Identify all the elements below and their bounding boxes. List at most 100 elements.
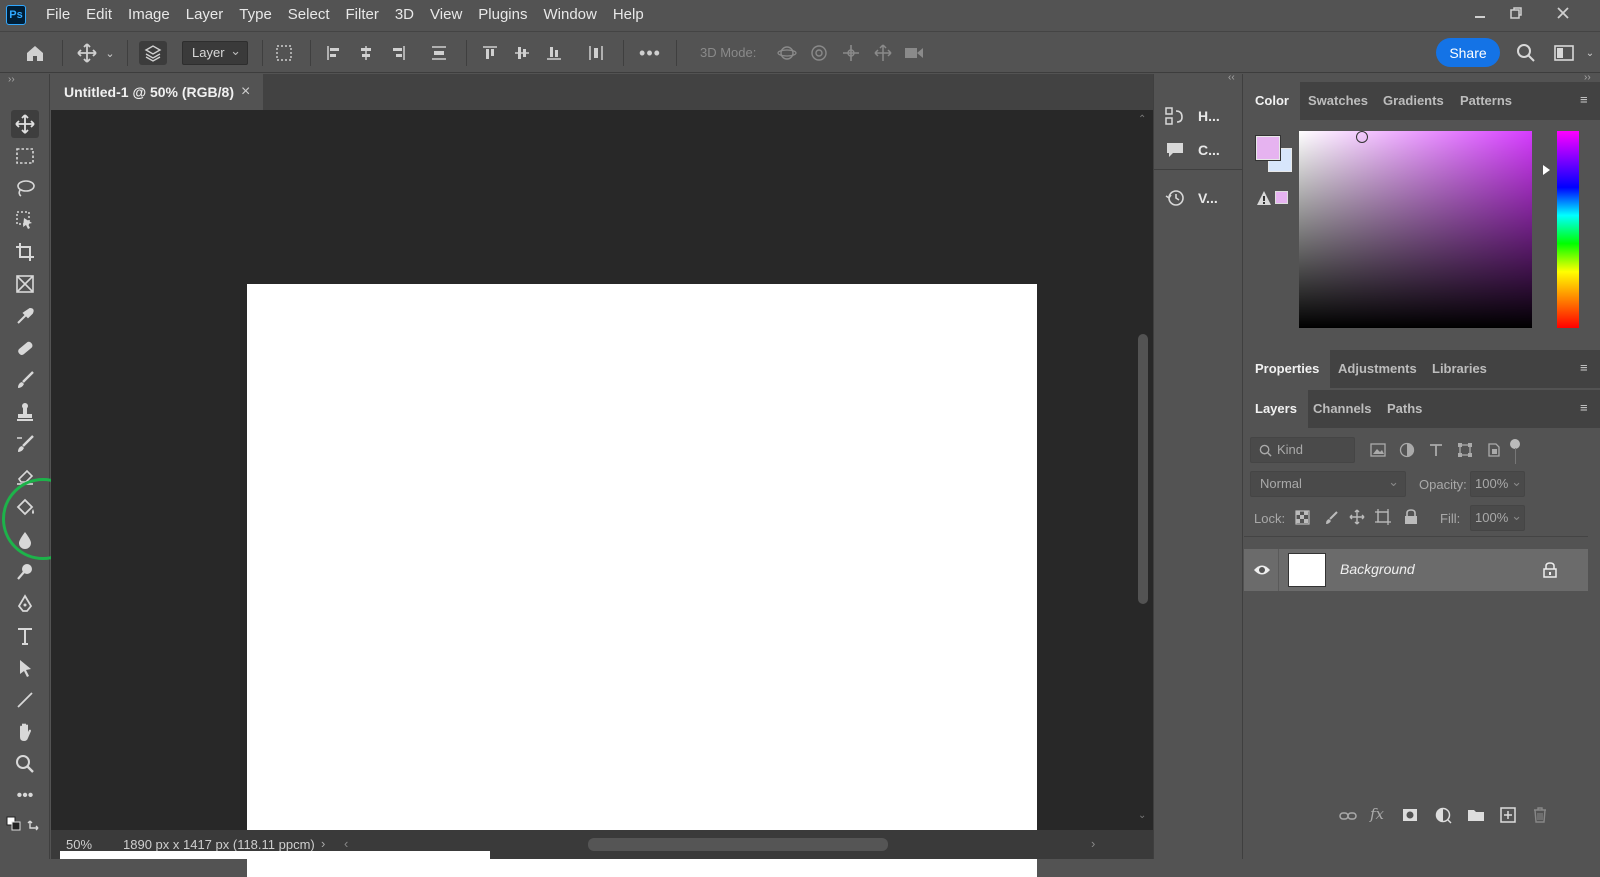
lock-position-icon[interactable]	[1349, 509, 1365, 528]
link-layers-icon[interactable]	[1339, 809, 1357, 826]
object-selection-tool-icon[interactable]	[11, 206, 39, 234]
menu-help[interactable]: Help	[605, 0, 652, 30]
tab-properties[interactable]: Properties	[1244, 350, 1331, 388]
rectangular-marquee-tool-icon[interactable]	[11, 142, 39, 170]
transform-controls-icon[interactable]	[272, 41, 296, 65]
close-tab-icon[interactable]: ×	[241, 74, 250, 110]
menu-image[interactable]: Image	[120, 0, 178, 30]
distribute-horizontal-icon[interactable]	[586, 41, 606, 65]
tab-layers[interactable]: Layers	[1244, 390, 1308, 428]
expand-panels-icon[interactable]: ‹‹	[1228, 72, 1235, 83]
align-vertical-center-icon[interactable]	[512, 41, 532, 65]
foreground-color-swatch[interactable]	[1256, 136, 1280, 160]
status-menu-chevron-icon[interactable]: ›	[321, 836, 325, 851]
tab-color[interactable]: Color	[1244, 82, 1300, 120]
restore-icon[interactable]	[1499, 0, 1533, 26]
fill-input[interactable]: 100% ⌄	[1470, 505, 1525, 531]
align-horizontal-center-icon[interactable]	[356, 41, 376, 65]
eraser-tool-icon[interactable]	[11, 462, 39, 490]
lock-icon[interactable]	[1543, 562, 1557, 581]
history-brush-tool-icon[interactable]	[11, 430, 39, 458]
layer-row[interactable]: Background	[1244, 549, 1588, 591]
scroll-up-icon[interactable]: ⌃	[1138, 114, 1146, 125]
minimize-icon[interactable]	[1463, 0, 1497, 26]
type-tool-icon[interactable]	[11, 622, 39, 650]
menu-edit[interactable]: Edit	[78, 0, 120, 30]
workspace-icon[interactable]	[1551, 41, 1577, 65]
line-tool-icon[interactable]	[11, 686, 39, 714]
crop-tool-icon[interactable]	[11, 238, 39, 266]
add-mask-icon[interactable]	[1402, 808, 1418, 825]
zoom-level[interactable]: 50%	[66, 837, 92, 852]
close-icon[interactable]	[1546, 0, 1580, 26]
color-picker-cursor[interactable]	[1356, 131, 1368, 143]
share-button[interactable]: Share	[1436, 38, 1500, 67]
spot-healing-brush-tool-icon[interactable]	[11, 334, 39, 362]
tab-channels[interactable]: Channels	[1302, 390, 1383, 428]
menu-3d[interactable]: 3D	[387, 0, 422, 30]
paint-bucket-tool-icon[interactable]	[11, 494, 39, 522]
panel-menu-icon[interactable]: ≡	[1580, 401, 1594, 414]
scroll-left-icon[interactable]: ‹	[344, 836, 348, 851]
3d-pan-icon[interactable]	[840, 41, 862, 65]
layer-filter-dropdown[interactable]: Kind	[1250, 437, 1355, 463]
filter-shape-layers-icon[interactable]	[1457, 442, 1473, 461]
document-tab[interactable]: Untitled-1 @ 50% (RGB/8) ×	[51, 74, 263, 110]
photoshop-logo[interactable]: Ps	[6, 5, 26, 25]
lock-artboard-icon[interactable]	[1375, 509, 1391, 528]
hue-slider-pointer-icon[interactable]	[1543, 165, 1550, 175]
menu-file[interactable]: File	[38, 0, 78, 30]
lock-all-icon[interactable]	[1404, 509, 1418, 528]
document-canvas[interactable]	[247, 284, 1037, 877]
zoom-tool-icon[interactable]	[11, 750, 39, 778]
tab-patterns[interactable]: Patterns	[1449, 82, 1523, 120]
auto-select-icon[interactable]	[139, 41, 167, 65]
tab-adjustments[interactable]: Adjustments	[1327, 350, 1428, 388]
blur-tool-icon[interactable]	[11, 526, 39, 554]
default-colors-icon[interactable]	[6, 816, 22, 832]
menu-filter[interactable]: Filter	[338, 0, 387, 30]
canvas-workspace[interactable]	[51, 110, 1133, 877]
edit-toolbar-icon[interactable]: •••	[11, 782, 39, 810]
layer-name[interactable]: Background	[1340, 561, 1415, 577]
layer-thumbnail[interactable]	[1288, 553, 1326, 587]
filter-pixel-layers-icon[interactable]	[1370, 443, 1386, 460]
path-selection-tool-icon[interactable]	[11, 654, 39, 682]
distribute-vertical-icon[interactable]	[428, 41, 450, 65]
tab-libraries[interactable]: Libraries	[1421, 350, 1498, 388]
comments-panel-button[interactable]: C...	[1164, 137, 1220, 163]
horizontal-scroll-thumb[interactable]	[588, 838, 888, 851]
menu-view[interactable]: View	[422, 0, 470, 30]
vertical-scrollbar[interactable]: ⌃ ⌄	[1133, 110, 1153, 830]
3d-scale-video-icon[interactable]	[902, 41, 926, 65]
chevron-down-icon[interactable]: ⌄	[1584, 41, 1596, 65]
menu-select[interactable]: Select	[280, 0, 338, 30]
lock-image-pixels-icon[interactable]	[1324, 510, 1339, 528]
3d-roll-icon[interactable]	[808, 41, 830, 65]
layer-style-fx-icon[interactable]: fx	[1370, 805, 1384, 823]
lock-transparent-pixels-icon[interactable]	[1295, 510, 1310, 528]
tab-gradients[interactable]: Gradients	[1372, 82, 1455, 120]
align-left-icon[interactable]	[324, 41, 344, 65]
search-icon[interactable]	[1514, 41, 1538, 65]
color-picker-field[interactable]	[1299, 131, 1532, 328]
dodge-tool-icon[interactable]	[11, 558, 39, 586]
lasso-tool-icon[interactable]	[11, 174, 39, 202]
auto-select-target-dropdown[interactable]: Layer	[182, 40, 248, 65]
swap-colors-icon[interactable]	[27, 816, 43, 832]
version-history-panel-button[interactable]: V...	[1164, 185, 1218, 211]
move-tool-preset-icon[interactable]	[74, 41, 100, 65]
3d-slide-icon[interactable]	[872, 41, 894, 65]
hand-tool-icon[interactable]	[11, 718, 39, 746]
history-panel-button[interactable]: H...	[1164, 103, 1220, 129]
filter-type-layers-icon[interactable]	[1428, 442, 1444, 461]
menu-layer[interactable]: Layer	[178, 0, 232, 30]
vertical-scroll-thumb[interactable]	[1138, 334, 1148, 604]
tab-paths[interactable]: Paths	[1376, 390, 1433, 428]
collapse-toolbar-icon[interactable]: ››	[8, 74, 15, 85]
panel-menu-icon[interactable]: ≡	[1580, 93, 1594, 106]
gamut-color-swatch[interactable]	[1275, 191, 1288, 204]
document-info[interactable]: 1890 px x 1417 px (118.11 ppcm)	[123, 837, 315, 852]
frame-tool-icon[interactable]	[11, 270, 39, 298]
scroll-down-icon[interactable]: ⌄	[1138, 810, 1146, 821]
